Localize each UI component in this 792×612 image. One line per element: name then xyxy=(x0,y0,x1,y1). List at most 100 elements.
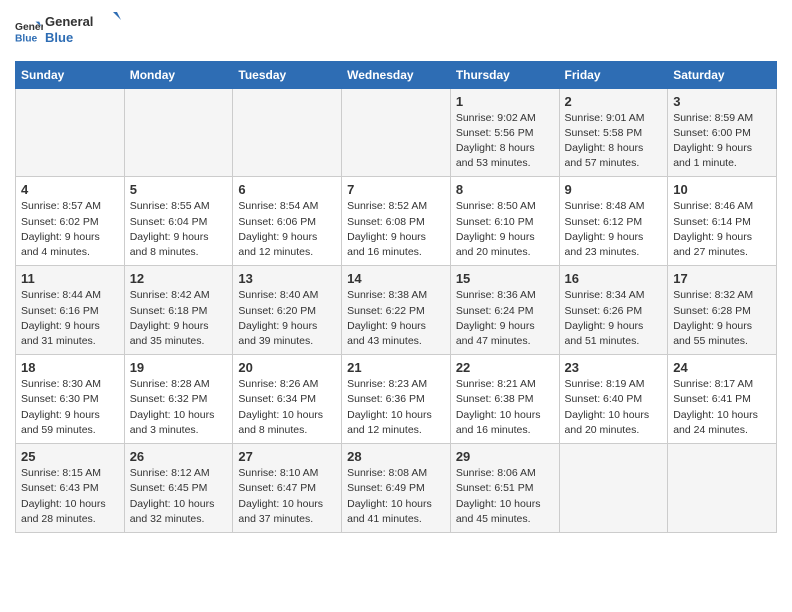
calendar-cell: 26 Sunrise: 8:12 AM Sunset: 6:45 PM Dayli… xyxy=(124,444,233,533)
day-info: Sunrise: 8:34 AM Sunset: 6:26 PM Dayligh… xyxy=(565,288,663,349)
day-info: Sunrise: 8:26 AM Sunset: 6:34 PM Dayligh… xyxy=(238,377,336,438)
calendar-cell: 29 Sunrise: 8:06 AM Sunset: 6:51 PM Dayli… xyxy=(450,444,559,533)
day-info: Sunrise: 8:50 AM Sunset: 6:10 PM Dayligh… xyxy=(456,199,554,260)
day-info: Sunrise: 8:08 AM Sunset: 6:49 PM Dayligh… xyxy=(347,466,445,527)
day-info: Sunrise: 8:19 AM Sunset: 6:40 PM Dayligh… xyxy=(565,377,663,438)
svg-text:General: General xyxy=(45,14,93,29)
calendar-cell xyxy=(233,88,342,177)
logo: General Blue General Blue xyxy=(15,10,125,53)
day-number: 25 xyxy=(21,449,119,464)
calendar-cell: 12 Sunrise: 8:42 AM Sunset: 6:18 PM Dayli… xyxy=(124,266,233,355)
day-info: Sunrise: 9:02 AM Sunset: 5:56 PM Dayligh… xyxy=(456,111,554,172)
day-number: 19 xyxy=(130,360,228,375)
day-info: Sunrise: 8:55 AM Sunset: 6:04 PM Dayligh… xyxy=(130,199,228,260)
calendar-week-row: 18 Sunrise: 8:30 AM Sunset: 6:30 PM Dayli… xyxy=(16,355,777,444)
calendar-cell: 19 Sunrise: 8:28 AM Sunset: 6:32 PM Dayli… xyxy=(124,355,233,444)
day-info: Sunrise: 8:40 AM Sunset: 6:20 PM Dayligh… xyxy=(238,288,336,349)
day-info: Sunrise: 8:06 AM Sunset: 6:51 PM Dayligh… xyxy=(456,466,554,527)
day-number: 7 xyxy=(347,182,445,197)
calendar-cell: 24Sunrise: 8:17 AM Sunset: 6:41 PM Dayli… xyxy=(668,355,777,444)
day-number: 5 xyxy=(130,182,228,197)
day-number: 11 xyxy=(21,271,119,286)
day-number: 2 xyxy=(565,94,663,109)
header-cell-thursday: Thursday xyxy=(450,61,559,88)
day-info: Sunrise: 8:48 AM Sunset: 6:12 PM Dayligh… xyxy=(565,199,663,260)
day-number: 12 xyxy=(130,271,228,286)
calendar-cell: 13 Sunrise: 8:40 AM Sunset: 6:20 PM Dayli… xyxy=(233,266,342,355)
day-number: 1 xyxy=(456,94,554,109)
day-info: Sunrise: 8:38 AM Sunset: 6:22 PM Dayligh… xyxy=(347,288,445,349)
header-cell-tuesday: Tuesday xyxy=(233,61,342,88)
calendar-cell: 25 Sunrise: 8:15 AM Sunset: 6:43 PM Dayli… xyxy=(16,444,125,533)
calendar-cell: 17Sunrise: 8:32 AM Sunset: 6:28 PM Dayli… xyxy=(668,266,777,355)
calendar-cell: 11 Sunrise: 8:44 AM Sunset: 6:16 PM Dayli… xyxy=(16,266,125,355)
calendar-week-row: 25 Sunrise: 8:15 AM Sunset: 6:43 PM Dayli… xyxy=(16,444,777,533)
svg-text:Blue: Blue xyxy=(45,30,73,45)
day-info: Sunrise: 9:01 AM Sunset: 5:58 PM Dayligh… xyxy=(565,111,663,172)
calendar-cell: 21 Sunrise: 8:23 AM Sunset: 6:36 PM Dayli… xyxy=(342,355,451,444)
header-cell-friday: Friday xyxy=(559,61,668,88)
calendar-cell: 23 Sunrise: 8:19 AM Sunset: 6:40 PM Dayli… xyxy=(559,355,668,444)
svg-text:Blue: Blue xyxy=(15,34,38,45)
day-number: 8 xyxy=(456,182,554,197)
day-info: Sunrise: 8:46 AM Sunset: 6:14 PM Dayligh… xyxy=(673,199,771,260)
day-number: 26 xyxy=(130,449,228,464)
calendar-table: SundayMondayTuesdayWednesdayThursdayFrid… xyxy=(15,61,777,533)
calendar-cell: 8 Sunrise: 8:50 AM Sunset: 6:10 PM Daylig… xyxy=(450,177,559,266)
calendar-cell: 2 Sunrise: 9:01 AM Sunset: 5:58 PM Daylig… xyxy=(559,88,668,177)
day-info: Sunrise: 8:52 AM Sunset: 6:08 PM Dayligh… xyxy=(347,199,445,260)
day-number: 22 xyxy=(456,360,554,375)
day-number: 20 xyxy=(238,360,336,375)
day-info: Sunrise: 8:32 AM Sunset: 6:28 PM Dayligh… xyxy=(673,288,771,349)
calendar-cell: 22 Sunrise: 8:21 AM Sunset: 6:38 PM Dayli… xyxy=(450,355,559,444)
day-info: Sunrise: 8:21 AM Sunset: 6:38 PM Dayligh… xyxy=(456,377,554,438)
day-info: Sunrise: 8:36 AM Sunset: 6:24 PM Dayligh… xyxy=(456,288,554,349)
header: General Blue General Blue xyxy=(15,10,777,53)
day-number: 21 xyxy=(347,360,445,375)
day-info: Sunrise: 8:30 AM Sunset: 6:30 PM Dayligh… xyxy=(21,377,119,438)
day-number: 9 xyxy=(565,182,663,197)
day-info: Sunrise: 8:59 AM Sunset: 6:00 PM Dayligh… xyxy=(673,111,771,172)
calendar-cell: 10Sunrise: 8:46 AM Sunset: 6:14 PM Dayli… xyxy=(668,177,777,266)
calendar-cell: 6 Sunrise: 8:54 AM Sunset: 6:06 PM Daylig… xyxy=(233,177,342,266)
day-info: Sunrise: 8:57 AM Sunset: 6:02 PM Dayligh… xyxy=(21,199,119,260)
logo-icon: General Blue xyxy=(15,17,43,45)
day-info: Sunrise: 8:15 AM Sunset: 6:43 PM Dayligh… xyxy=(21,466,119,527)
header-cell-monday: Monday xyxy=(124,61,233,88)
header-cell-sunday: Sunday xyxy=(16,61,125,88)
calendar-week-row: 11 Sunrise: 8:44 AM Sunset: 6:16 PM Dayli… xyxy=(16,266,777,355)
day-number: 29 xyxy=(456,449,554,464)
day-number: 14 xyxy=(347,271,445,286)
day-number: 3 xyxy=(673,94,771,109)
calendar-cell: 15 Sunrise: 8:36 AM Sunset: 6:24 PM Dayli… xyxy=(450,266,559,355)
day-info: Sunrise: 8:54 AM Sunset: 6:06 PM Dayligh… xyxy=(238,199,336,260)
calendar-cell: 14 Sunrise: 8:38 AM Sunset: 6:22 PM Dayli… xyxy=(342,266,451,355)
day-info: Sunrise: 8:23 AM Sunset: 6:36 PM Dayligh… xyxy=(347,377,445,438)
calendar-cell xyxy=(559,444,668,533)
header-cell-saturday: Saturday xyxy=(668,61,777,88)
calendar-cell xyxy=(342,88,451,177)
calendar-cell: 18 Sunrise: 8:30 AM Sunset: 6:30 PM Dayli… xyxy=(16,355,125,444)
logo-text: General Blue xyxy=(45,10,125,53)
day-number: 16 xyxy=(565,271,663,286)
day-info: Sunrise: 8:44 AM Sunset: 6:16 PM Dayligh… xyxy=(21,288,119,349)
calendar-header-row: SundayMondayTuesdayWednesdayThursdayFrid… xyxy=(16,61,777,88)
day-info: Sunrise: 8:12 AM Sunset: 6:45 PM Dayligh… xyxy=(130,466,228,527)
calendar-week-row: 1 Sunrise: 9:02 AM Sunset: 5:56 PM Daylig… xyxy=(16,88,777,177)
calendar-cell: 16 Sunrise: 8:34 AM Sunset: 6:26 PM Dayli… xyxy=(559,266,668,355)
day-info: Sunrise: 8:42 AM Sunset: 6:18 PM Dayligh… xyxy=(130,288,228,349)
day-number: 6 xyxy=(238,182,336,197)
day-number: 28 xyxy=(347,449,445,464)
day-number: 18 xyxy=(21,360,119,375)
calendar-cell: 5 Sunrise: 8:55 AM Sunset: 6:04 PM Daylig… xyxy=(124,177,233,266)
day-number: 23 xyxy=(565,360,663,375)
calendar-cell xyxy=(668,444,777,533)
calendar-week-row: 4Sunrise: 8:57 AM Sunset: 6:02 PM Daylig… xyxy=(16,177,777,266)
day-number: 15 xyxy=(456,271,554,286)
calendar-cell: 3 Sunrise: 8:59 AM Sunset: 6:00 PM Daylig… xyxy=(668,88,777,177)
day-number: 13 xyxy=(238,271,336,286)
calendar-cell: 28 Sunrise: 8:08 AM Sunset: 6:49 PM Dayli… xyxy=(342,444,451,533)
calendar-cell xyxy=(124,88,233,177)
calendar-cell: 4Sunrise: 8:57 AM Sunset: 6:02 PM Daylig… xyxy=(16,177,125,266)
day-info: Sunrise: 8:28 AM Sunset: 6:32 PM Dayligh… xyxy=(130,377,228,438)
